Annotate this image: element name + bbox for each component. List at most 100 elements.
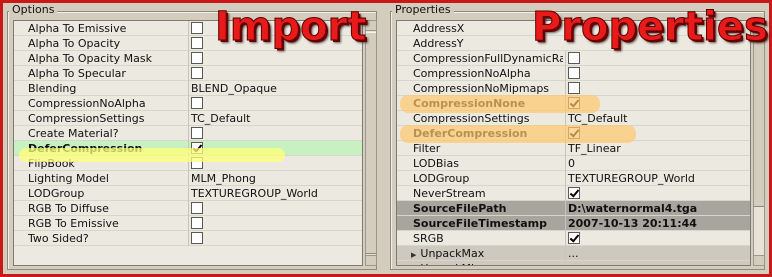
property-name-label: LODBias — [413, 157, 459, 170]
checkbox[interactable] — [191, 157, 203, 169]
property-row-two-sided[interactable]: Two Sided? — [14, 231, 362, 246]
property-value[interactable]: TF_Linear — [565, 141, 750, 156]
property-row-rgb-to-diffuse[interactable]: RGB To Diffuse — [14, 201, 362, 216]
checkbox[interactable] — [568, 67, 580, 79]
property-value[interactable]: ... — [565, 246, 750, 261]
property-row-lodgroup[interactable]: LODGroup TEXTUREGROUP_World — [397, 171, 750, 186]
property-row-defercompression[interactable]: DeferCompression — [14, 141, 362, 156]
checkbox[interactable] — [191, 202, 203, 214]
property-name-label: CompressionNone — [413, 97, 526, 110]
property-name: ▶UnpackMin — [411, 261, 561, 265]
property-value — [188, 66, 362, 81]
property-name: Alpha To Emissive — [28, 21, 186, 36]
checkbox[interactable] — [568, 232, 580, 244]
property-name-label: Create Material? — [28, 127, 119, 140]
property-name: NeverStream — [413, 186, 563, 201]
property-row-rgb-to-emissive[interactable]: RGB To Emissive — [14, 216, 362, 231]
property-name-label: DeferCompression — [28, 142, 143, 155]
property-row-filter[interactable]: Filter TF_Linear — [397, 141, 750, 156]
property-row-lighting-model[interactable]: Lighting Model MLM_Phong — [14, 171, 362, 186]
property-row-alpha-to-specular[interactable]: Alpha To Specular — [14, 66, 362, 81]
scroll-up-arrow[interactable] — [366, 21, 376, 31]
import-banner: Import — [215, 4, 368, 50]
options-panel: Options Alpha To Emissive Alpha To Opacit… — [3, 3, 381, 274]
property-row-compressionnone[interactable]: CompressionNone — [397, 96, 750, 111]
property-name-label: AddressY — [413, 37, 464, 50]
property-row-flipbook[interactable]: FlipBook — [14, 156, 362, 171]
property-value[interactable]: BLEND_Opaque — [188, 81, 362, 96]
property-row-lodbias[interactable]: LODBias 0 — [397, 156, 750, 171]
property-row-compressionfulldynamicrange[interactable]: CompressionFullDynamicRange — [397, 51, 750, 66]
checkbox[interactable] — [568, 97, 580, 109]
property-value[interactable]: 0 — [565, 156, 750, 171]
property-value[interactable]: D:\waternormal4.tga — [565, 201, 750, 216]
property-row-compressionnoalpha[interactable]: CompressionNoAlpha — [397, 66, 750, 81]
property-row-unpackmax[interactable]: ▶ UnpackMax... — [397, 246, 750, 261]
property-name: Alpha To Specular — [28, 66, 186, 81]
property-name: CompressionNoAlpha — [413, 66, 563, 81]
property-name-label: UnpackMin — [420, 262, 481, 265]
property-value[interactable]: TC_Default — [565, 111, 750, 126]
property-value — [188, 156, 362, 171]
checkbox[interactable] — [568, 52, 580, 64]
property-value[interactable]: MLM_Phong — [188, 171, 362, 186]
checkbox[interactable] — [191, 67, 203, 79]
options-title: Options — [9, 4, 58, 16]
property-row-srgb[interactable]: SRGB — [397, 231, 750, 246]
scroll-down-arrow[interactable] — [366, 255, 376, 265]
property-row-compressionsettings[interactable]: CompressionSettings TC_Default — [14, 111, 362, 126]
property-value — [188, 231, 362, 246]
property-value — [188, 216, 362, 231]
scroll-down-arrow[interactable] — [754, 255, 764, 265]
checkbox[interactable] — [191, 37, 203, 49]
checkbox[interactable] — [191, 97, 203, 109]
property-value — [188, 201, 362, 216]
checkbox[interactable] — [191, 217, 203, 229]
property-row-unpackmin[interactable]: ▶UnpackMin — [397, 261, 750, 265]
property-name-label: NeverStream — [413, 187, 486, 200]
property-name-label: Two Sided? — [28, 232, 89, 245]
property-row-blending[interactable]: Blending BLEND_Opaque — [14, 81, 362, 96]
checkbox[interactable] — [191, 52, 203, 64]
properties-scrollbar[interactable] — [753, 20, 765, 266]
property-name: SourceFilePath — [413, 201, 563, 216]
property-name-label: Blending — [28, 82, 77, 95]
property-row-compressionsettings[interactable]: CompressionSettings TC_Default — [397, 111, 750, 126]
property-row-create-material[interactable]: Create Material? — [14, 126, 362, 141]
checkbox[interactable] — [191, 142, 203, 154]
property-row-sourcefilepath[interactable]: SourceFilePath D:\waternormal4.tga — [397, 201, 750, 216]
property-row-defercompression[interactable]: DeferCompression — [397, 126, 750, 141]
property-name-label: RGB To Emissive — [28, 217, 119, 230]
checkbox[interactable] — [191, 232, 203, 244]
checkbox[interactable] — [568, 127, 580, 139]
properties-panel: Properties AddressX AddressY CompressionFu… — [386, 3, 769, 274]
property-name-label: CompressionFullDynamicRange — [413, 52, 563, 65]
property-row-neverstream[interactable]: NeverStream — [397, 186, 750, 201]
property-name: Two Sided? — [28, 231, 186, 246]
property-row-compressionnoalpha[interactable]: CompressionNoAlpha — [14, 96, 362, 111]
property-value — [188, 141, 362, 156]
property-row-sourcefiletimestamp[interactable]: SourceFileTimestamp 2007-10-13 20:11:44 — [397, 216, 750, 231]
scroll-thumb[interactable] — [754, 32, 764, 207]
checkbox[interactable] — [568, 187, 580, 199]
scroll-thumb[interactable] — [366, 32, 376, 254]
checkbox[interactable] — [191, 127, 203, 139]
property-row-lodgroup[interactable]: LODGroup TEXTUREGROUP_World — [14, 186, 362, 201]
checkbox[interactable] — [191, 22, 203, 34]
property-value[interactable]: TEXTUREGROUP_World — [188, 186, 362, 201]
property-value[interactable]: 2007-10-13 20:11:44 — [565, 216, 750, 231]
property-value — [565, 66, 750, 81]
property-name-label: Alpha To Emissive — [28, 22, 127, 35]
property-name-label: SourceFileTimestamp — [413, 217, 547, 230]
expand-arrow-icon[interactable]: ▶ — [411, 251, 416, 259]
property-value[interactable]: TEXTUREGROUP_World — [565, 171, 750, 186]
property-name-label: AddressX — [413, 22, 465, 35]
property-name: Blending — [28, 81, 186, 96]
property-value[interactable]: TC_Default — [188, 111, 362, 126]
property-row-alpha-to-opacity-mask[interactable]: Alpha To Opacity Mask — [14, 51, 362, 66]
options-scrollbar[interactable] — [365, 20, 377, 266]
property-name-label: CompressionNoAlpha — [413, 67, 531, 80]
property-row-compressionnomipmaps[interactable]: CompressionNoMipmaps — [397, 81, 750, 96]
checkbox[interactable] — [568, 82, 580, 94]
property-name-label: SourceFilePath — [413, 202, 507, 215]
